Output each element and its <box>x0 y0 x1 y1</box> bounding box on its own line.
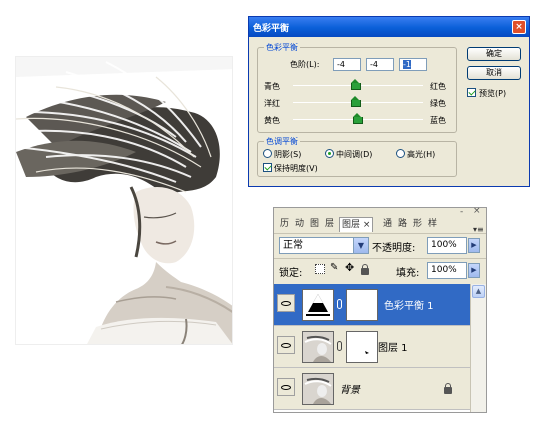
midtones-label[interactable]: 中间调(D) <box>336 149 372 160</box>
highlights-label[interactable]: 高光(H) <box>407 149 435 160</box>
adjustment-thumbnail <box>302 289 334 321</box>
color-balance-group: 色彩平衡 色阶(L): -4 -4 -1 青色 红色 洋红 绿色 黄色 蓝色 <box>257 42 457 133</box>
fill-input[interactable]: 100% <box>427 262 467 279</box>
layers-panel: - × 历 动 图 层 图层 × 通 路 形 样 ▾≡ 正常 ▼ 不透明度: 1… <box>273 206 487 413</box>
layers-scrollbar[interactable]: ▲ <box>470 284 486 412</box>
opacity-label: 不透明度: <box>372 243 416 254</box>
hair-photo <box>15 56 233 345</box>
visibility-eye-icon[interactable] <box>277 378 295 396</box>
tab-history[interactable]: 历 <box>280 217 289 232</box>
layer-name[interactable]: 图层 1 <box>378 339 408 354</box>
lock-fill-row: 锁定: ✎ ✥ 填充: 100% ▶ <box>274 258 486 280</box>
tone-balance-group-title: 色调平衡 <box>264 136 300 147</box>
color-balance-dialog: 色彩平衡 × 色彩平衡 色阶(L): -4 -4 -1 青色 红色 洋红 绿色 … <box>248 16 530 187</box>
tab-brushes[interactable]: 图 <box>310 217 319 232</box>
scroll-up-icon[interactable]: ▲ <box>472 285 485 298</box>
opacity-input[interactable]: 100% <box>427 237 467 254</box>
layer-thumbnail <box>302 331 334 363</box>
preview-checkbox[interactable] <box>467 88 476 97</box>
level-cyan-red-input[interactable]: -4 <box>333 58 361 71</box>
tab-info[interactable]: 层 <box>325 217 334 232</box>
mask-thumbnail <box>346 331 378 363</box>
tab-layers[interactable]: 图层 × <box>339 217 374 232</box>
shadows-label[interactable]: 阴影(S) <box>274 149 301 160</box>
tab-actions[interactable]: 动 <box>295 217 304 232</box>
lock-move-icon[interactable]: ✥ <box>345 261 354 274</box>
slider-red-label: 红色 <box>430 82 446 91</box>
slider-blue-label: 蓝色 <box>430 116 446 125</box>
ok-button[interactable]: 确定 <box>467 47 521 61</box>
layer-lock-icon <box>444 383 452 394</box>
preserve-luminosity-checkbox[interactable] <box>263 163 272 172</box>
blend-mode-select[interactable]: 正常 ▼ <box>279 237 369 254</box>
lock-label: 锁定: <box>279 268 303 279</box>
preserve-luminosity-label[interactable]: 保持明度(V) <box>274 163 318 174</box>
levels-label: 色阶(L): <box>290 60 320 69</box>
layer-row[interactable]: 背景 <box>274 368 470 410</box>
close-icon[interactable]: × <box>512 20 526 34</box>
dialog-title: 色彩平衡 <box>253 24 290 34</box>
tab-styles[interactable]: 样 <box>428 217 437 232</box>
slider-magenta-label: 洋红 <box>264 99 280 108</box>
visibility-eye-icon[interactable] <box>277 294 295 312</box>
mask-thumbnail <box>346 289 378 321</box>
mask-link-icon[interactable] <box>337 299 342 309</box>
opacity-arrow-icon[interactable]: ▶ <box>468 238 480 253</box>
slider-cyan-red-thumb[interactable] <box>351 79 362 90</box>
chevron-down-icon[interactable]: ▼ <box>353 238 368 253</box>
lock-all-icon[interactable] <box>361 264 369 275</box>
blend-opacity-row: 正常 ▼ 不透明度: 100% ▶ <box>274 233 486 255</box>
slider-magenta-green-thumb[interactable] <box>351 96 362 107</box>
layer-row[interactable]: 图层 1 <box>274 326 470 368</box>
dialog-titlebar[interactable]: 色彩平衡 × <box>249 17 529 37</box>
preview-label[interactable]: 预览(P) <box>479 88 506 99</box>
level-magenta-green-input[interactable]: -4 <box>366 58 394 71</box>
layers-list: 色彩平衡 1 图层 1 背景 <box>274 284 470 412</box>
layer-thumbnail <box>302 373 334 405</box>
tab-shapes[interactable]: 形 <box>413 217 422 232</box>
slider-yellow-blue-thumb[interactable] <box>353 113 364 124</box>
lock-paint-icon[interactable]: ✎ <box>330 262 338 273</box>
fill-arrow-icon[interactable]: ▶ <box>468 263 480 278</box>
radio-midtones[interactable] <box>325 149 334 158</box>
mask-link-icon[interactable] <box>337 341 342 351</box>
layer-name[interactable]: 背景 <box>340 381 360 396</box>
lock-transparent-icon[interactable] <box>315 264 325 274</box>
visibility-eye-icon[interactable] <box>277 336 295 354</box>
tab-channels[interactable]: 通 <box>383 217 392 232</box>
slider-cyan-label: 青色 <box>264 82 280 91</box>
layer-name[interactable]: 色彩平衡 1 <box>384 297 434 312</box>
fill-label: 填充: <box>396 268 420 279</box>
tab-paths[interactable]: 路 <box>398 217 407 232</box>
level-yellow-blue-input[interactable]: -1 <box>399 58 427 71</box>
layer-row[interactable]: 色彩平衡 1 <box>274 284 470 326</box>
cancel-button[interactable]: 取消 <box>467 66 521 80</box>
slider-yellow-label: 黄色 <box>264 116 280 125</box>
blend-mode-value: 正常 <box>283 240 303 251</box>
slider-green-label: 绿色 <box>430 99 446 108</box>
color-balance-group-title: 色彩平衡 <box>264 42 300 53</box>
panel-tabs: 历 动 图 层 图层 × 通 路 形 样 ▾≡ <box>274 215 486 234</box>
radio-highlights[interactable] <box>396 149 405 158</box>
radio-shadows[interactable] <box>263 149 272 158</box>
tone-balance-group: 色调平衡 阴影(S) 中间调(D) 高光(H) 保持明度(V) <box>257 136 457 177</box>
